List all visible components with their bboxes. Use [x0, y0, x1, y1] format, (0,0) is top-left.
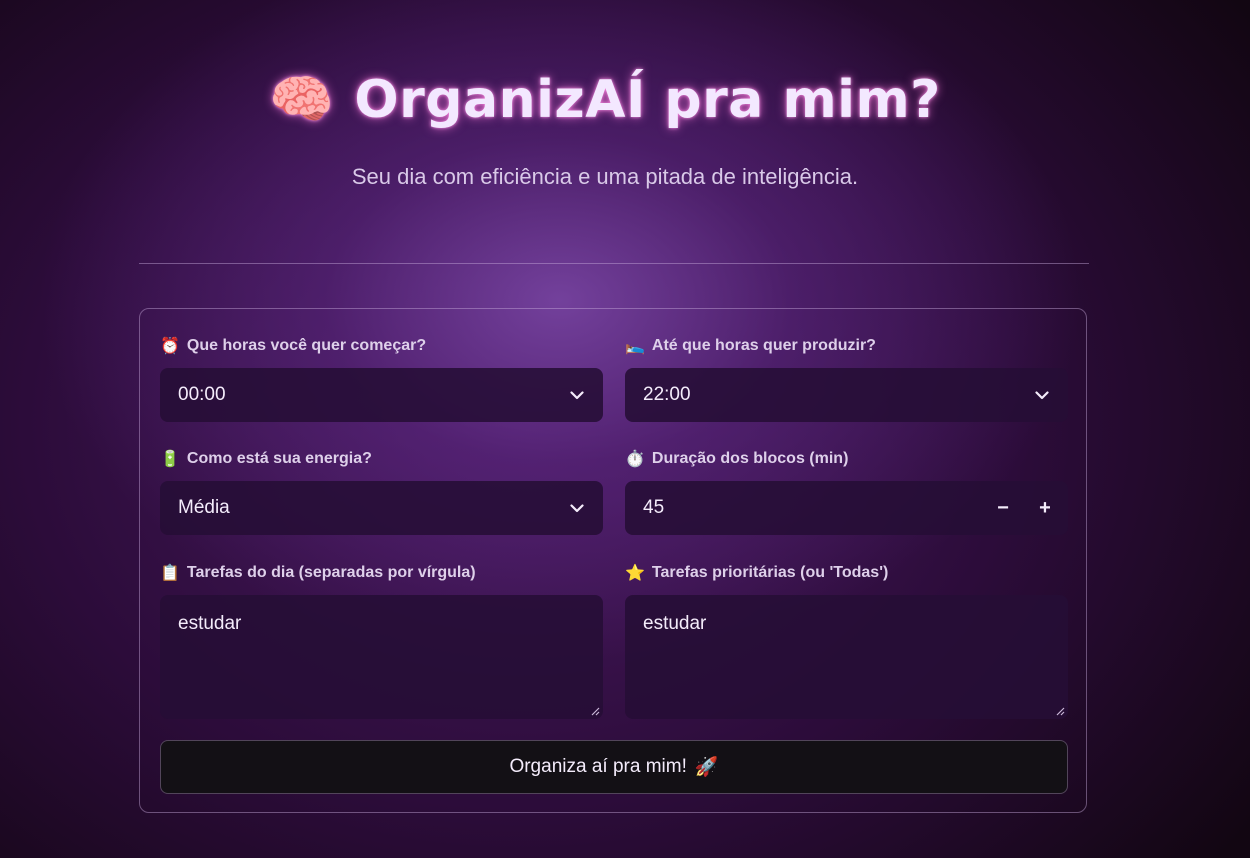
energy-field: 🔋 Como está sua energia? Média: [160, 449, 603, 535]
tasks-field: 📋 Tarefas do dia (separadas por vírgula)…: [160, 563, 603, 719]
decrement-button[interactable]: −: [988, 497, 1018, 520]
end-time-select[interactable]: 22:00: [625, 368, 1068, 422]
priority-tasks-label-text: Tarefas prioritárias (ou 'Todas'): [651, 564, 889, 581]
start-time-label-text: Que horas você quer começar?: [186, 337, 427, 354]
bed-icon: 🛌: [625, 338, 645, 355]
energy-label: 🔋 Como está sua energia?: [160, 449, 603, 469]
start-time-value: 00:00: [178, 384, 226, 405]
submit-button[interactable]: Organiza aí pra mim! 🚀: [160, 740, 1068, 794]
block-duration-label: ⏱️ Duração dos blocos (min): [625, 449, 1068, 469]
clipboard-icon: 📋: [160, 565, 180, 582]
page-title-text: OrganizAÍ pra mim?: [354, 70, 941, 130]
chevron-down-icon: [569, 500, 585, 516]
priority-tasks-textarea[interactable]: estudar: [625, 595, 1068, 719]
end-time-label: 🛌 Até que horas quer produzir?: [625, 336, 1068, 356]
end-time-label-text: Até que horas quer produzir?: [651, 337, 876, 354]
divider: [139, 263, 1089, 264]
chevron-down-icon: [569, 387, 585, 403]
battery-icon: 🔋: [160, 451, 180, 468]
energy-select[interactable]: Média: [160, 481, 603, 535]
submit-button-label: Organiza aí pra mim!: [509, 756, 687, 777]
page-title: 🧠 OrganizAÍ pra mim?: [269, 70, 941, 130]
page-subtitle: Seu dia com eficiência e uma pitada de i…: [351, 164, 859, 189]
planner-form: ⏰ Que horas você quer começar? 00:00 🛌 A…: [139, 308, 1087, 813]
end-time-value: 22:00: [643, 384, 691, 405]
end-time-field: 🛌 Até que horas quer produzir? 22:00: [625, 336, 1068, 422]
priority-tasks-field: ⭐ Tarefas prioritárias (ou 'Todas') estu…: [625, 563, 1068, 719]
block-duration-input[interactable]: 45 − +: [625, 481, 1068, 535]
chevron-down-icon: [1034, 387, 1050, 403]
tasks-value: estudar: [178, 613, 242, 634]
tasks-textarea[interactable]: estudar: [160, 595, 603, 719]
energy-label-text: Como está sua energia?: [186, 450, 372, 467]
stopwatch-icon: ⏱️: [625, 451, 645, 468]
start-time-field: ⏰ Que horas você quer começar? 00:00: [160, 336, 603, 422]
tasks-label-text: Tarefas do dia (separadas por vírgula): [186, 564, 476, 581]
priority-tasks-value: estudar: [643, 613, 707, 634]
resize-handle-icon[interactable]: [1056, 707, 1065, 716]
priority-tasks-label: ⭐ Tarefas prioritárias (ou 'Todas'): [625, 563, 1068, 583]
page-header: 🧠 OrganizAÍ pra mim? Seu dia com eficiên…: [0, 70, 1210, 190]
alarm-clock-icon: ⏰: [160, 338, 180, 355]
tasks-label: 📋 Tarefas do dia (separadas por vírgula): [160, 563, 603, 583]
start-time-select[interactable]: 00:00: [160, 368, 603, 422]
increment-button[interactable]: +: [1030, 497, 1060, 520]
energy-value: Média: [178, 497, 230, 518]
star-icon: ⭐: [625, 565, 645, 582]
start-time-label: ⏰ Que horas você quer começar?: [160, 336, 603, 356]
brain-icon: 🧠: [269, 70, 335, 130]
block-duration-label-text: Duração dos blocos (min): [651, 450, 849, 467]
block-duration-field: ⏱️ Duração dos blocos (min) 45 − +: [625, 449, 1068, 535]
resize-handle-icon[interactable]: [591, 707, 600, 716]
block-duration-value[interactable]: 45: [643, 497, 988, 519]
rocket-icon: 🚀: [694, 757, 719, 778]
